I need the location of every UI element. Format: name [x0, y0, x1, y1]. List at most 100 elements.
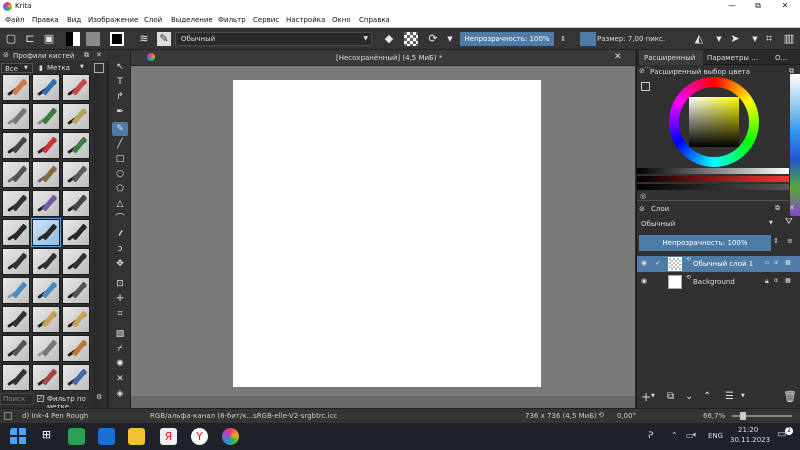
edit-shapes-tool-icon[interactable]: ↱	[112, 90, 128, 104]
brush-list-scrollbar[interactable]	[93, 74, 99, 414]
checker-icon[interactable]: ▦	[785, 277, 791, 284]
tab-overview[interactable]: О...	[775, 54, 787, 62]
tab-advanced-color[interactable]: Расширенный ...	[639, 50, 703, 70]
brush-preset[interactable]	[62, 306, 90, 333]
layer-blend-mode-select[interactable]: Обычный ▼	[639, 218, 777, 230]
menu-view[interactable]: Вид	[67, 16, 81, 24]
filter-icon[interactable]: ⛛	[785, 217, 793, 227]
restore-button[interactable]: ⧉	[748, 1, 768, 11]
brush-preset[interactable]	[62, 335, 90, 362]
checker-icon[interactable]: ▦	[785, 259, 791, 266]
brush-preset[interactable]	[62, 132, 90, 159]
mirror-horizontal-icon[interactable]: ◭	[692, 32, 706, 46]
brush-preset[interactable]	[2, 219, 30, 246]
fill-tool-icon[interactable]: ◈	[112, 387, 128, 401]
green-slider[interactable]	[637, 184, 789, 190]
brush-preset[interactable]	[32, 248, 60, 275]
freehand-path-tool-icon[interactable]: 𝓉	[112, 227, 128, 241]
brush-preset[interactable]	[2, 364, 30, 391]
drawing-canvas[interactable]	[233, 80, 541, 387]
checkmark-icon[interactable]: ✓	[655, 259, 661, 267]
brush-preset[interactable]	[62, 277, 90, 304]
layer-name[interactable]: Обычный слой 1	[693, 260, 753, 268]
close-document-icon[interactable]: ✕	[614, 52, 622, 62]
brush-preset[interactable]	[2, 132, 30, 159]
zoom-slider-handle[interactable]	[740, 412, 746, 420]
red-slider[interactable]	[637, 176, 789, 182]
layer-row-selected[interactable]: ◉ ✓ ⟲ Обычный слой 1 ▫ α ▦	[637, 256, 800, 272]
brush-preset[interactable]	[32, 103, 60, 130]
crop-tool-icon[interactable]: ⌗	[112, 307, 128, 321]
brush-preset[interactable]	[32, 74, 60, 101]
close-button[interactable]: ✕	[775, 1, 795, 10]
menu-filter[interactable]: Фильтр	[218, 16, 246, 24]
brush-preset[interactable]	[62, 219, 90, 246]
float-panel-icon[interactable]: ⧉	[84, 51, 89, 60]
color-picker-tool-icon[interactable]: ⌿	[112, 342, 128, 356]
start-button-icon[interactable]	[10, 428, 27, 445]
add-layer-icon[interactable]: +	[641, 390, 651, 404]
transform-tool-icon[interactable]: ⊡	[112, 277, 128, 291]
freehand-brush-tool-icon[interactable]: ✎	[112, 122, 128, 136]
krita-taskbar-icon[interactable]	[222, 428, 239, 445]
menu-edit[interactable]: Правка	[32, 16, 59, 24]
brush-preset[interactable]	[62, 103, 90, 130]
menu-window[interactable]: Окно	[332, 16, 351, 24]
brush-preset[interactable]	[2, 190, 30, 217]
chevron-down-icon[interactable]: ▼	[712, 32, 726, 46]
brush-preset[interactable]	[62, 248, 90, 275]
app-icon[interactable]	[68, 428, 85, 445]
smart-patch-tool-icon[interactable]: ✺	[112, 357, 128, 371]
reload-preset-icon[interactable]: ⟳	[426, 32, 440, 46]
alpha-lock-icon[interactable]	[404, 32, 418, 46]
properties-icon[interactable]: ☰	[725, 391, 734, 402]
menu-file[interactable]: Файл	[5, 16, 24, 24]
tab-tool-options[interactable]: Параметры ...	[707, 54, 758, 62]
yandex-icon[interactable]: Я	[160, 428, 177, 445]
select-shapes-tool-icon[interactable]: ↖	[112, 60, 128, 74]
mirror-vertical-icon[interactable]: ➤	[728, 32, 742, 46]
eraser-icon[interactable]: ◆	[382, 32, 396, 46]
language-indicator[interactable]: ENG	[708, 432, 723, 440]
brush-preset[interactable]	[2, 335, 30, 362]
app-icon[interactable]	[98, 428, 115, 445]
layer-row[interactable]: ◉ ⟲ Background 🔒︎ α ▦	[637, 274, 800, 290]
eye-icon[interactable]: ◉	[641, 277, 647, 285]
brush-preset-icon[interactable]: ✎	[157, 32, 171, 46]
tag-filter-select[interactable]: Все ▼	[1, 63, 33, 73]
menu-tools[interactable]: Сервис	[253, 16, 279, 24]
lock-icon[interactable]: ⊘	[639, 67, 645, 75]
spin-arrows-icon[interactable]: ⇕	[773, 237, 779, 245]
brush-preset[interactable]	[32, 277, 60, 304]
zoom-slider[interactable]	[732, 412, 792, 420]
brush-preset[interactable]	[32, 306, 60, 333]
brush-preset[interactable]	[32, 161, 60, 188]
lock-icon[interactable]: 🔒︎	[765, 277, 769, 286]
delete-layer-icon[interactable]: 🗑︎	[783, 390, 797, 403]
brush-preset[interactable]	[2, 277, 30, 304]
saturation-value-square[interactable]	[689, 97, 739, 147]
volume-icon[interactable]: 🔈︎	[693, 430, 698, 440]
ellipse-tool-icon[interactable]: ○	[112, 167, 128, 181]
calligraphy-tool-icon[interactable]: ✒	[112, 105, 128, 119]
lock-icon[interactable]: ⊘	[639, 205, 645, 213]
task-view-icon[interactable]: ⊞	[38, 428, 55, 445]
eye-icon[interactable]: ◉	[641, 259, 647, 267]
layer-name[interactable]: Background	[693, 278, 735, 286]
file-explorer-icon[interactable]	[128, 428, 145, 445]
brush-preset-selected[interactable]	[31, 218, 61, 247]
minimize-button[interactable]: —	[722, 1, 742, 10]
save-document-icon[interactable]: ▣	[42, 32, 56, 46]
view-mode-icon[interactable]	[94, 63, 104, 73]
gradient-swatch-icon[interactable]	[66, 32, 80, 46]
menu-layer[interactable]: Слой	[144, 16, 162, 24]
line-tool-icon[interactable]: ╱	[112, 137, 128, 151]
rectangle-tool-icon[interactable]: □	[112, 152, 128, 166]
polygon-tool-icon[interactable]: ⬠	[112, 182, 128, 196]
polyline-tool-icon[interactable]: △	[112, 197, 128, 211]
size-label[interactable]: Размер: 7,00 пикс.	[597, 35, 665, 43]
brush-settings-icon[interactable]: ≋	[137, 32, 151, 46]
brush-preset[interactable]	[2, 248, 30, 275]
blend-mode-select[interactable]: Обычный ▼	[175, 32, 372, 46]
close-panel-icon[interactable]: ✕	[789, 204, 795, 212]
